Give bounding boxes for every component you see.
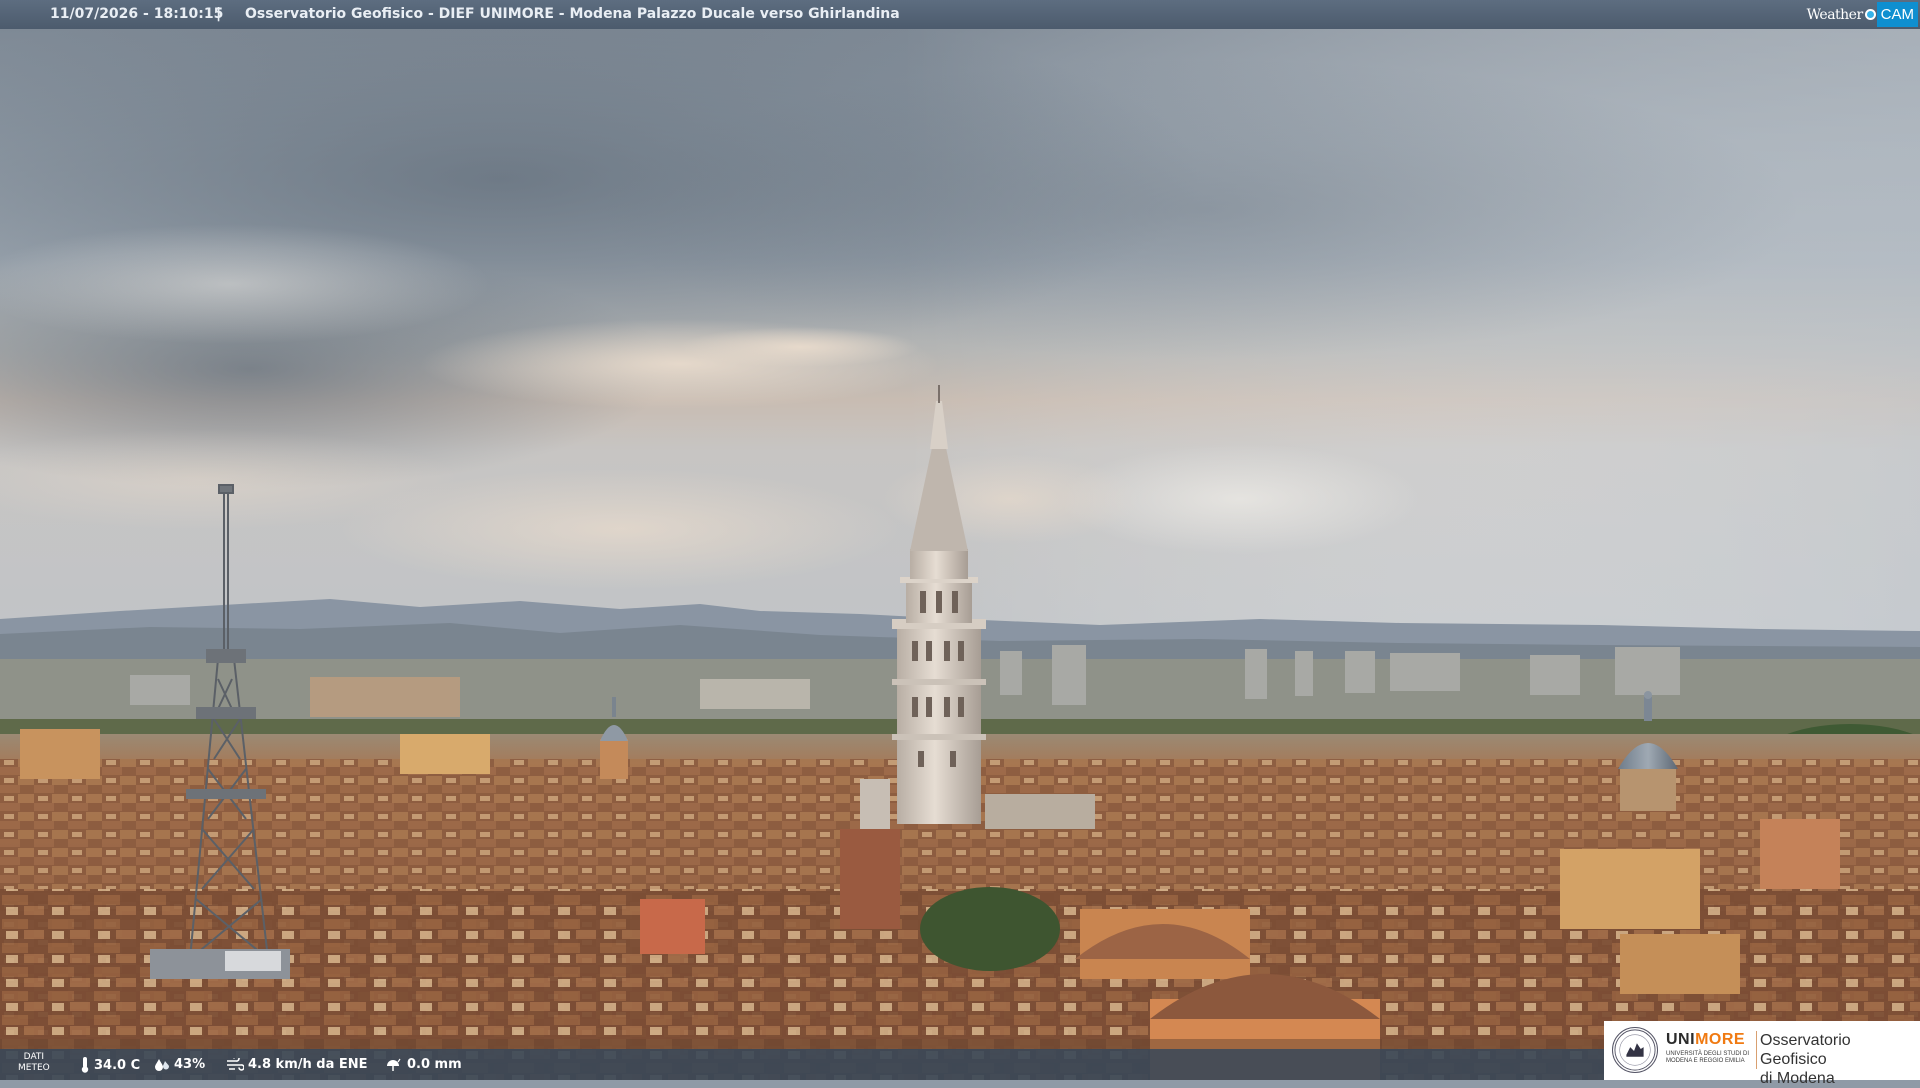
droplet-icon [155,1058,169,1071]
humidity-reading: 43% [154,1057,205,1072]
brand-dot-icon [1864,9,1876,20]
unimore-more-text: MORE [1695,1031,1746,1048]
meteo-data-bar: DATI METEO 34.0 C 43% 4.8 km/h da ENE 0.… [0,1049,1604,1080]
rain-reading: 0.0 mm [385,1057,462,1072]
humidity-value: 43% [174,1057,206,1072]
meteo-label: DATI METEO [18,1052,50,1074]
temperature-value: 34.0 C [94,1057,141,1073]
weathercam-brand: Weather CAM [1807,0,1920,29]
wind-reading: 4.8 km/h da ENE [226,1057,368,1072]
unimore-subtitle: UNIVERSITÀ DEGLI STUDI DI MODENA E REGGI… [1666,1051,1756,1065]
thermometer-icon [81,1057,89,1073]
top-info-bar: 11/07/2026 - 18:10:15 | Osservatorio Geo… [0,0,1920,29]
observatory-name-line1: Osservatorio Geofisico [1760,1032,1851,1068]
observatory-name: Osservatorio Geofisico di Modena [1760,1031,1920,1088]
rain-icon [387,1058,401,1071]
logo-divider [1756,1031,1757,1069]
title-separator: | [216,6,222,22]
unimore-subtitle-line1: UNIVERSITÀ DEGLI STUDI DI [1666,1051,1750,1057]
brand-weather-text: Weather [1806,6,1864,23]
university-seal-icon [1612,1027,1658,1073]
brand-cam-text: CAM [1876,2,1918,27]
rain-value: 0.0 mm [407,1057,462,1072]
meteo-label-line1: DATI [23,1052,45,1062]
camera-title: Osservatorio Geofisico - DIEF UNIMORE - … [245,6,900,22]
unimore-logo: UNIMORE UNIVERSITÀ DEGLI STUDI DI MODENA… [1604,1021,1920,1087]
unimore-uni-text: UNI [1666,1031,1696,1048]
wind-icon [227,1057,244,1071]
unimore-wordmark: UNIMORE [1666,1031,1745,1049]
unimore-subtitle-line2: MODENA E REGGIO EMILIA [1666,1058,1745,1064]
wind-value: 4.8 km/h da ENE [248,1057,368,1072]
webcam-scene [0,29,1920,1080]
timestamp: 11/07/2026 - 18:10:15 [50,6,224,22]
meteo-label-line2: METEO [18,1063,50,1073]
observatory-name-line2: di Modena [1760,1070,1835,1087]
temperature-reading: 34.0 C [80,1057,140,1073]
